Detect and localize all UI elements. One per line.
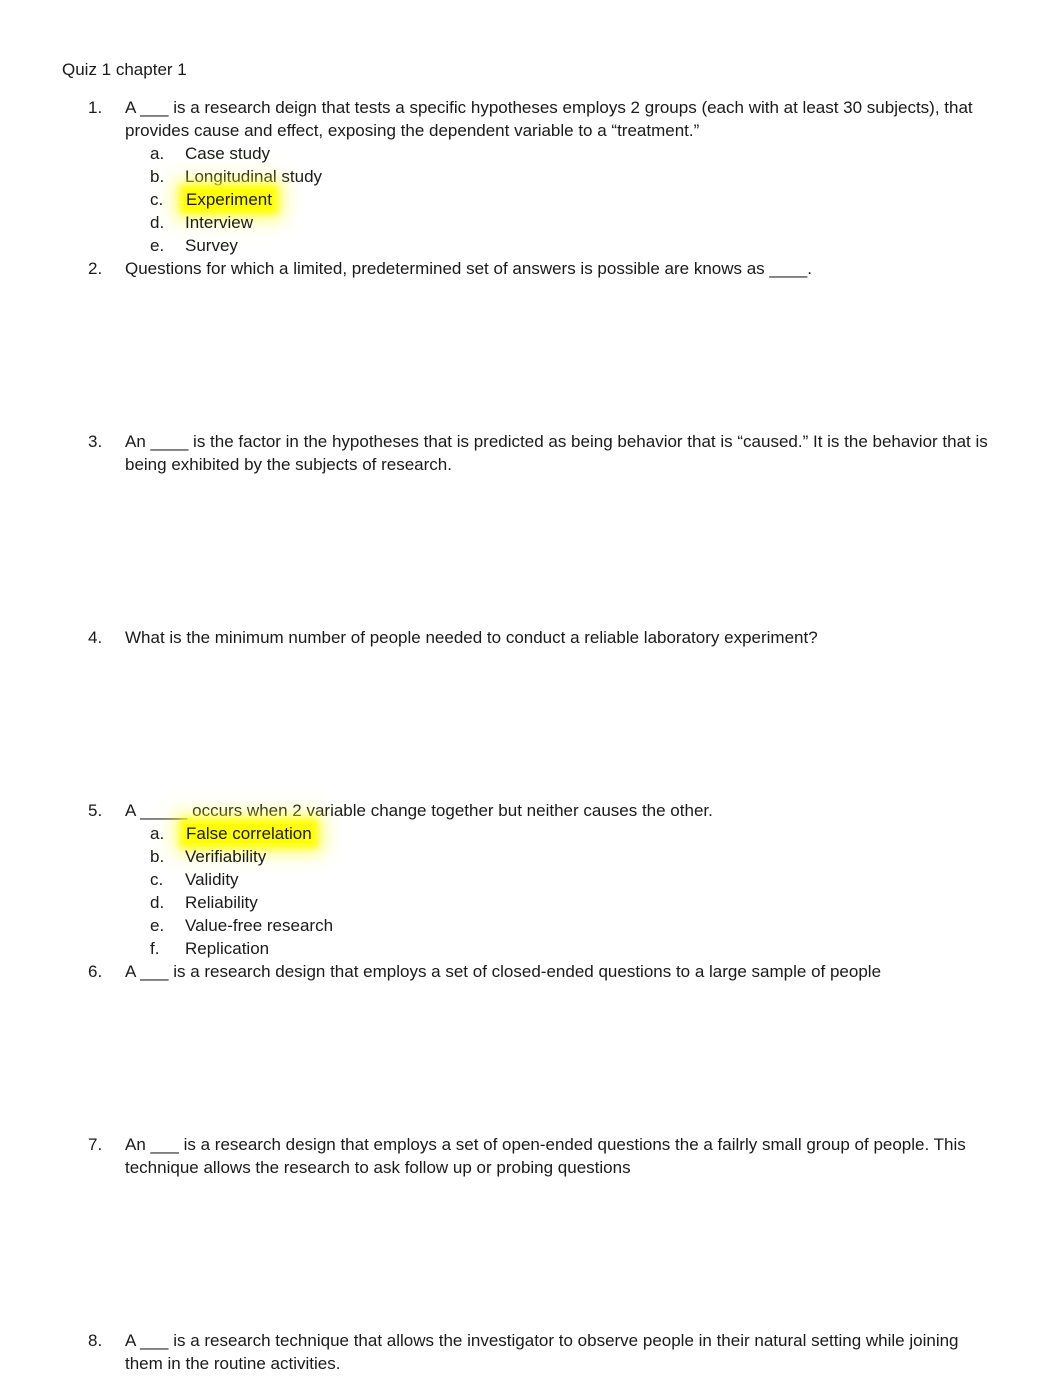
question-row: 2. Questions for which a limited, predete… <box>0 257 1062 280</box>
answer-blank-space[interactable] <box>0 1179 1062 1329</box>
question-number: 2. <box>88 259 103 278</box>
question-text: Questions for which a limited, predeterm… <box>125 259 812 278</box>
answer-blank-space[interactable] <box>0 649 1062 799</box>
question-text: A ___ is a research technique that allow… <box>125 1331 959 1373</box>
question-row: 5. A _____ occurs when 2 variable change … <box>0 799 1062 822</box>
option-letter: d. <box>150 213 165 232</box>
option-text: Replication <box>185 939 270 958</box>
question-number: 4. <box>88 628 103 647</box>
question-text: A ___ is a research design that employs … <box>125 962 882 981</box>
answer-option-list: a. Case study b. Longitudinal study c. Experi… <box>0 142 1062 257</box>
question-number: 7. <box>88 1135 103 1154</box>
answer-option[interactable]: e. Survey <box>0 234 1062 257</box>
answer-option[interactable]: b. Longitudinal study <box>0 165 1062 188</box>
answer-blank-space[interactable] <box>0 983 1062 1133</box>
quiz-question: 5. A _____ occurs when 2 variable change … <box>0 799 1062 960</box>
answer-option[interactable]: f. Replication <box>0 937 1062 960</box>
option-text-highlighted: Experiment <box>185 190 273 209</box>
option-letter: a. <box>150 144 165 163</box>
answer-option[interactable]: a. False correlation <box>0 822 1062 845</box>
quiz-question: 8. A ___ is a research technique that all… <box>0 1329 1062 1375</box>
question-row: 1. A ___ is a research deign that tests a… <box>0 96 1062 142</box>
option-letter: f. <box>150 939 160 958</box>
answer-blank-space[interactable] <box>0 280 1062 430</box>
option-text: Reliability <box>185 893 258 912</box>
question-number: 1. <box>88 98 103 117</box>
answer-option[interactable]: c. Experiment <box>0 188 1062 211</box>
answer-option-list: a. False correlation b. Verifiability c. Vali… <box>0 822 1062 960</box>
question-text: An ____ is the factor in the hypotheses … <box>125 432 988 474</box>
option-letter: a. <box>150 824 165 843</box>
option-text-highlighted: False correlation <box>185 824 313 843</box>
question-row: 7. An ___ is a research design that emplo… <box>0 1133 1062 1179</box>
question-number: 5. <box>88 801 103 820</box>
quiz-question: 1. A ___ is a research deign that tests a… <box>0 96 1062 257</box>
answer-option[interactable]: d. Interview <box>0 211 1062 234</box>
question-text: A _____ occurs when 2 variable change to… <box>125 801 713 820</box>
question-text: An ___ is a research design that employs… <box>125 1135 966 1177</box>
question-text: A ___ is a research deign that tests a s… <box>125 98 973 140</box>
quiz-question: 7. An ___ is a research design that emplo… <box>0 1133 1062 1329</box>
option-text: Validity <box>185 870 239 889</box>
page-title: Quiz 1 chapter 1 <box>62 60 187 79</box>
question-number: 6. <box>88 962 103 981</box>
question-list: 1. A ___ is a research deign that tests a… <box>0 96 1062 1375</box>
option-letter: e. <box>150 916 165 935</box>
answer-option[interactable]: e. Value-free research <box>0 914 1062 937</box>
option-text: Verifiability <box>185 847 267 866</box>
option-letter: c. <box>150 190 164 209</box>
quiz-question: 2. Questions for which a limited, predete… <box>0 257 1062 430</box>
option-text: Survey <box>185 236 238 255</box>
question-row: 4. What is the minimum number of people n… <box>0 626 1062 649</box>
option-text: Case study <box>185 144 271 163</box>
option-text: Value-free research <box>185 916 334 935</box>
option-text: Interview <box>185 213 254 232</box>
answer-blank-space[interactable] <box>0 476 1062 626</box>
question-text: What is the minimum number of people nee… <box>125 628 818 647</box>
option-letter: e. <box>150 236 165 255</box>
answer-option[interactable]: c. Validity <box>0 868 1062 891</box>
option-letter: d. <box>150 893 165 912</box>
option-text: Longitudinal study <box>185 167 323 186</box>
quiz-question: 6. A ___ is a research design that employ… <box>0 960 1062 1133</box>
question-number: 3. <box>88 432 103 451</box>
answer-option[interactable]: d. Reliability <box>0 891 1062 914</box>
quiz-question: 4. What is the minimum number of people n… <box>0 626 1062 799</box>
question-row: 6. A ___ is a research design that employ… <box>0 960 1062 983</box>
option-letter: b. <box>150 167 165 186</box>
question-row: 3. An ____ is the factor in the hypothese… <box>0 430 1062 476</box>
answer-option[interactable]: a. Case study <box>0 142 1062 165</box>
answer-option[interactable]: b. Verifiability <box>0 845 1062 868</box>
quiz-document-page: Quiz 1 chapter 1 1. A ___ is a research d… <box>0 0 1062 1377</box>
question-number: 8. <box>88 1331 103 1350</box>
quiz-question: 3. An ____ is the factor in the hypothese… <box>0 430 1062 626</box>
question-row: 8. A ___ is a research technique that all… <box>0 1329 1062 1375</box>
option-letter: b. <box>150 847 165 866</box>
option-letter: c. <box>150 870 164 889</box>
